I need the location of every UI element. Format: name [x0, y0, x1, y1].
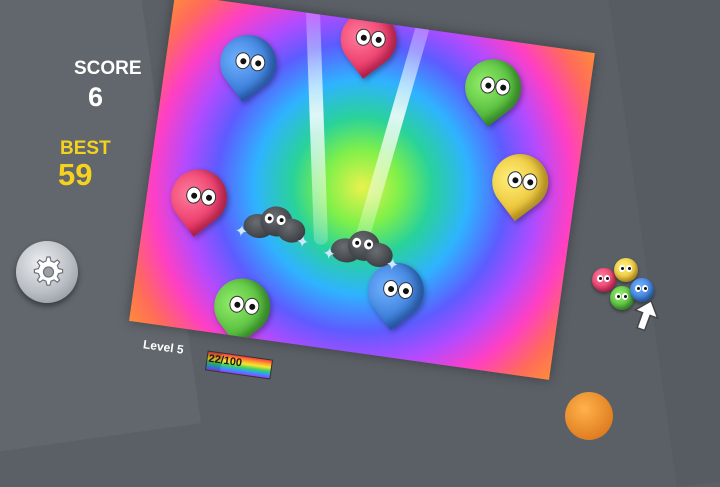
green-drop-top-right[interactable] [453, 48, 533, 127]
lightning-icon: ✦ [321, 245, 337, 264]
lightning-icon: ✦ [233, 222, 250, 242]
yellow-drop-right[interactable] [481, 142, 560, 222]
green-drop-bottom-left[interactable] [202, 267, 282, 346]
red-drop-left[interactable] [159, 158, 239, 237]
best-value: 59 [58, 157, 93, 192]
blue-drop-top-left[interactable] [208, 23, 288, 103]
arrow-up-icon [633, 299, 659, 332]
storm-cloud: ✦ ✦ [321, 227, 400, 275]
light-beam [305, 0, 329, 246]
lightning-icon: ✦ [384, 256, 400, 275]
gear-icon [33, 256, 64, 286]
level-progress-bar: 22/100 [204, 350, 274, 380]
game-board[interactable]: ✦ ✦ ✦ ✦ [129, 0, 595, 380]
settings-button[interactable] [16, 241, 78, 303]
score-label: SCORE [74, 58, 142, 79]
right-panel [604, 0, 720, 487]
storm-cloud: ✦ ✦ [233, 202, 310, 252]
orange-drop-partial [565, 392, 613, 440]
lightning-icon: ✦ [294, 233, 311, 253]
red-drop-top[interactable] [329, 0, 408, 79]
score-value: 6 [88, 82, 104, 112]
